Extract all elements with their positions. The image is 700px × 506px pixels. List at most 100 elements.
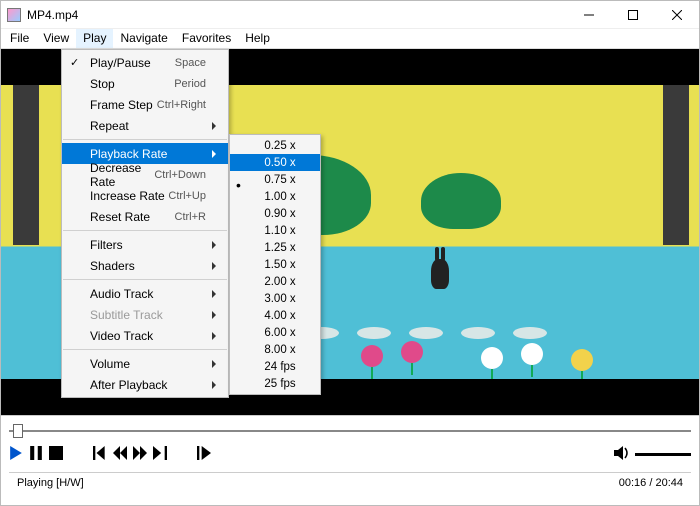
volume-icon[interactable] bbox=[613, 444, 631, 465]
cartoon-rabbit bbox=[431, 259, 449, 289]
menu-item-label: Stop bbox=[90, 77, 174, 91]
menu-item-shortcut: Space bbox=[175, 57, 206, 69]
rate-option-label: 8.00 x bbox=[264, 344, 295, 356]
menu-item-filters[interactable]: Filters bbox=[62, 234, 228, 255]
maximize-button[interactable] bbox=[611, 1, 655, 29]
pause-button[interactable] bbox=[29, 446, 43, 463]
menu-item-label: Shaders bbox=[90, 259, 206, 273]
menu-separator bbox=[63, 230, 227, 231]
rate-option-25-fps[interactable]: 25 fps bbox=[230, 375, 320, 392]
close-button[interactable] bbox=[655, 1, 699, 29]
menu-item-subtitle-track: Subtitle Track bbox=[62, 304, 228, 325]
rate-option-0-25-x[interactable]: 0.25 x bbox=[230, 137, 320, 154]
menu-separator bbox=[63, 139, 227, 140]
skip-forward-button[interactable] bbox=[153, 446, 167, 463]
menu-item-video-track[interactable]: Video Track bbox=[62, 325, 228, 346]
menu-separator bbox=[63, 279, 227, 280]
seek-bar[interactable] bbox=[9, 422, 691, 440]
rate-option-label: 1.25 x bbox=[264, 242, 295, 254]
menu-item-shortcut: Ctrl+R bbox=[175, 211, 206, 223]
frame-step-button[interactable] bbox=[197, 446, 211, 463]
menu-item-play-pause[interactable]: Play/PauseSpace bbox=[62, 52, 228, 73]
rate-option-2-00-x[interactable]: 2.00 x bbox=[230, 273, 320, 290]
menu-item-volume[interactable]: Volume bbox=[62, 353, 228, 374]
menu-item-label: Playback Rate bbox=[90, 147, 206, 161]
rate-option-6-00-x[interactable]: 6.00 x bbox=[230, 324, 320, 341]
rate-option-0-50-x[interactable]: 0.50 x bbox=[230, 154, 320, 171]
menu-help[interactable]: Help bbox=[238, 29, 277, 48]
stop-button[interactable] bbox=[49, 446, 63, 463]
rate-option-1-10-x[interactable]: 1.10 x bbox=[230, 222, 320, 239]
rate-option-24-fps[interactable]: 24 fps bbox=[230, 358, 320, 375]
menu-view[interactable]: View bbox=[36, 29, 76, 48]
controls: Playing [H/W] 00:16 / 20:44 bbox=[1, 415, 699, 505]
menu-favorites[interactable]: Favorites bbox=[175, 29, 238, 48]
app-icon bbox=[7, 8, 21, 22]
playback-rate-submenu: 0.25 x 0.50 x 0.75 x 1.00 x 0.90 x 1.10 x 1.25… bbox=[229, 134, 321, 395]
menu-item-label: Increase Rate bbox=[90, 189, 168, 203]
forward-button[interactable] bbox=[133, 446, 147, 463]
menu-item-shortcut: Ctrl+Down bbox=[154, 169, 206, 181]
menu-item-shortcut: Ctrl+Right bbox=[157, 99, 206, 111]
rate-option-1-25-x[interactable]: 1.25 x bbox=[230, 239, 320, 256]
rate-option-label: 3.00 x bbox=[264, 293, 295, 305]
status-bar: Playing [H/W] 00:16 / 20:44 bbox=[9, 472, 691, 492]
menu-item-shortcut: Ctrl+Up bbox=[168, 190, 206, 202]
window-title: MP4.mp4 bbox=[27, 8, 567, 22]
menu-item-label: Filters bbox=[90, 238, 206, 252]
menu-item-label: Reset Rate bbox=[90, 210, 175, 224]
rate-option-label: 25 fps bbox=[264, 378, 295, 390]
skip-back-button[interactable] bbox=[93, 446, 107, 463]
menu-item-label: Play/Pause bbox=[90, 56, 175, 70]
menu-item-label: Frame Step bbox=[90, 98, 157, 112]
status-left: Playing [H/W] bbox=[17, 477, 84, 489]
rate-option-4-00-x[interactable]: 4.00 x bbox=[230, 307, 320, 324]
rate-option-label: 0.75 x bbox=[264, 174, 295, 186]
menubar: File View Play Navigate Favorites Help bbox=[1, 29, 699, 49]
rate-option-label: 1.50 x bbox=[264, 259, 295, 271]
menu-item-stop[interactable]: StopPeriod bbox=[62, 73, 228, 94]
rate-option-0-90-x[interactable]: 0.90 x bbox=[230, 205, 320, 222]
menu-item-label: Repeat bbox=[90, 119, 206, 133]
play-menu-dropdown: Play/PauseSpaceStopPeriodFrame StepCtrl+… bbox=[61, 49, 229, 398]
menu-item-audio-track[interactable]: Audio Track bbox=[62, 283, 228, 304]
menu-play[interactable]: Play bbox=[76, 29, 113, 48]
rate-option-label: 0.25 x bbox=[264, 140, 295, 152]
rate-option-1-00-x[interactable]: 1.00 x bbox=[230, 188, 320, 205]
menu-item-shaders[interactable]: Shaders bbox=[62, 255, 228, 276]
menu-item-after-playback[interactable]: After Playback bbox=[62, 374, 228, 395]
rate-option-label: 0.90 x bbox=[264, 208, 295, 220]
rate-option-0-75-x[interactable]: 0.75 x bbox=[230, 171, 320, 188]
minimize-button[interactable] bbox=[567, 1, 611, 29]
menu-item-increase-rate[interactable]: Increase RateCtrl+Up bbox=[62, 185, 228, 206]
menu-item-decrease-rate[interactable]: Decrease RateCtrl+Down bbox=[62, 164, 228, 185]
menu-separator bbox=[63, 349, 227, 350]
volume-slider[interactable] bbox=[635, 453, 691, 456]
menu-item-label: Subtitle Track bbox=[90, 308, 206, 322]
rate-option-8-00-x[interactable]: 8.00 x bbox=[230, 341, 320, 358]
menu-file[interactable]: File bbox=[3, 29, 36, 48]
status-time: 00:16 / 20:44 bbox=[619, 477, 683, 489]
menu-item-repeat[interactable]: Repeat bbox=[62, 115, 228, 136]
menu-item-frame-step[interactable]: Frame StepCtrl+Right bbox=[62, 94, 228, 115]
menu-item-reset-rate[interactable]: Reset RateCtrl+R bbox=[62, 206, 228, 227]
rate-option-label: 6.00 x bbox=[264, 327, 295, 339]
rate-option-label: 24 fps bbox=[264, 361, 295, 373]
rate-option-label: 1.00 x bbox=[264, 191, 295, 203]
titlebar: MP4.mp4 bbox=[1, 1, 699, 29]
rate-option-label: 1.10 x bbox=[264, 225, 295, 237]
menu-item-label: After Playback bbox=[90, 378, 206, 392]
menu-navigate[interactable]: Navigate bbox=[113, 29, 174, 48]
rate-option-3-00-x[interactable]: 3.00 x bbox=[230, 290, 320, 307]
menu-item-label: Volume bbox=[90, 357, 206, 371]
rate-option-1-50-x[interactable]: 1.50 x bbox=[230, 256, 320, 273]
play-button[interactable] bbox=[9, 446, 23, 463]
rate-option-label: 4.00 x bbox=[264, 310, 295, 322]
menu-item-label: Audio Track bbox=[90, 287, 206, 301]
menu-item-label: Video Track bbox=[90, 329, 206, 343]
rate-option-label: 2.00 x bbox=[264, 276, 295, 288]
seek-thumb[interactable] bbox=[13, 424, 23, 438]
rewind-button[interactable] bbox=[113, 446, 127, 463]
rate-option-label: 0.50 x bbox=[264, 157, 295, 169]
menu-item-shortcut: Period bbox=[174, 78, 206, 90]
